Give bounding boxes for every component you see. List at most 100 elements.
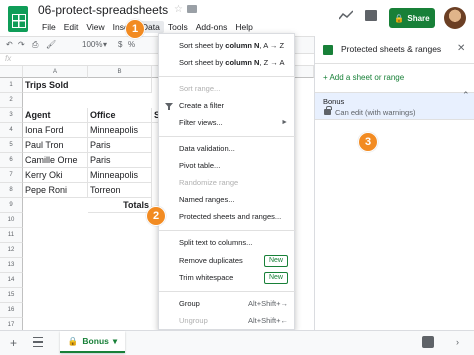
- filter-icon: [165, 103, 173, 110]
- menu-item-named-ranges[interactable]: Named ranges...: [159, 193, 296, 207]
- row-header[interactable]: 5: [0, 138, 23, 153]
- redo-icon[interactable]: ↷: [18, 40, 25, 49]
- cell-b3[interactable]: Office: [88, 108, 152, 123]
- row-header[interactable]: 12: [0, 243, 23, 258]
- add-sheet-icon[interactable]: +: [10, 336, 17, 350]
- row-header[interactable]: 2: [0, 93, 23, 108]
- menu-item-trim-whitespace[interactable]: Trim whitespace New: [159, 271, 296, 285]
- cell-a5[interactable]: Paul Tron: [23, 138, 88, 153]
- chevron-up-icon[interactable]: ⌃: [462, 90, 470, 101]
- row-header[interactable]: 13: [0, 258, 23, 273]
- all-sheets-icon[interactable]: [33, 337, 43, 347]
- menu-item-group[interactable]: Group Alt+Shift+→: [159, 297, 296, 311]
- menu-item-pivot-table[interactable]: Pivot table...: [159, 159, 296, 173]
- menu-tools[interactable]: Tools: [164, 21, 192, 33]
- protected-range-item[interactable]: Bonus Can edit (with warnings): [315, 92, 474, 120]
- chevron-right-icon[interactable]: ›: [456, 337, 459, 347]
- explore-icon[interactable]: [422, 336, 434, 348]
- sheets-table-icon: [323, 45, 333, 55]
- avatar[interactable]: [444, 7, 466, 29]
- menu-item-protected-sheets[interactable]: Protected sheets and ranges...: [159, 210, 296, 224]
- print-icon[interactable]: ⎙: [32, 40, 38, 50]
- cell-a6[interactable]: Camille Orne: [23, 153, 88, 168]
- menu-file[interactable]: File: [38, 21, 60, 33]
- menu-item-data-validation[interactable]: Data validation...: [159, 142, 296, 156]
- lock-icon: 🔒: [67, 335, 79, 346]
- percent-icon[interactable]: %: [128, 40, 135, 49]
- cell-b4[interactable]: Minneapolis: [88, 123, 152, 138]
- lock-icon: [324, 106, 332, 115]
- cell-b9[interactable]: Totals: [88, 198, 152, 213]
- row-header[interactable]: 17: [0, 318, 23, 330]
- undo-icon[interactable]: ↶: [6, 40, 13, 49]
- sheet-tabs-bar: + 🔒 Bonus ▾ ›: [0, 330, 474, 355]
- corner-cell[interactable]: [0, 66, 23, 78]
- cell-b7[interactable]: Minneapolis: [88, 168, 152, 183]
- chevron-down-icon[interactable]: ▾: [103, 40, 107, 49]
- document-title[interactable]: 06-protect-spreadsheets: [38, 3, 168, 17]
- row-header[interactable]: 1: [0, 78, 23, 93]
- ungroup-label: Ungroup: [179, 316, 208, 325]
- sheets-logo-icon[interactable]: [8, 6, 28, 32]
- sort-za-column: column N: [225, 58, 260, 67]
- row-header[interactable]: 7: [0, 168, 23, 183]
- cell-b6[interactable]: Paris: [88, 153, 152, 168]
- group-shortcut: Alt+Shift+→: [247, 299, 288, 308]
- callout-badge-1: 1: [125, 19, 145, 39]
- row-header[interactable]: 3: [0, 108, 23, 123]
- panel-header: Protected sheets & ranges ✕: [315, 36, 474, 64]
- menu-item-sort-range[interactable]: Sort range...: [159, 82, 296, 96]
- add-sheet-or-range-link[interactable]: + Add a sheet or range: [323, 73, 404, 82]
- row-header[interactable]: 8: [0, 183, 23, 198]
- row-header[interactable]: 6: [0, 153, 23, 168]
- cell-b8[interactable]: Torreon: [88, 183, 152, 198]
- row-header[interactable]: 16: [0, 303, 23, 318]
- top-bar: 06-protect-spreadsheets ☆ File Edit View…: [0, 0, 474, 36]
- menu-item-create-filter[interactable]: Create a filter: [159, 99, 296, 113]
- sort-az-prefix: Sort sheet by: [179, 41, 226, 50]
- cell-a1[interactable]: Trips Sold: [23, 78, 152, 93]
- menu-item-randomize-range[interactable]: Randomize range: [159, 176, 296, 190]
- menu-item-split-text[interactable]: Split text to columns...: [159, 236, 296, 250]
- currency-icon[interactable]: $: [118, 40, 122, 49]
- menu-view[interactable]: View: [82, 21, 108, 33]
- row-header[interactable]: 11: [0, 228, 23, 243]
- menu-item-sort-az[interactable]: Sort sheet by column N, A → Z: [159, 39, 296, 53]
- row-header[interactable]: 4: [0, 123, 23, 138]
- zoom-select[interactable]: 100%: [82, 40, 102, 49]
- share-button[interactable]: 🔒 Share: [389, 8, 435, 28]
- close-icon[interactable]: ✕: [457, 43, 465, 54]
- sheet-tab-label: Bonus: [82, 336, 109, 346]
- menu-item-remove-duplicates[interactable]: Remove duplicates New: [159, 254, 296, 268]
- column-header-b[interactable]: B: [88, 66, 152, 78]
- menu-item-sort-za[interactable]: Sort sheet by column N, Z → A: [159, 56, 296, 70]
- menu-item-filter-views[interactable]: Filter views... ►: [159, 116, 296, 130]
- row-header[interactable]: 9: [0, 198, 23, 213]
- cell-a3[interactable]: Agent: [23, 108, 88, 123]
- chevron-down-icon: ▾: [112, 335, 118, 346]
- row-header[interactable]: 14: [0, 273, 23, 288]
- menu-edit[interactable]: Edit: [60, 21, 83, 33]
- paint-format-icon[interactable]: 🖌: [46, 40, 56, 49]
- row-header[interactable]: 15: [0, 288, 23, 303]
- row-header[interactable]: 10: [0, 213, 23, 228]
- range-permission: Can edit (with warnings): [335, 108, 416, 117]
- menu-addons[interactable]: Add-ons: [192, 21, 232, 33]
- folder-icon[interactable]: [187, 5, 197, 13]
- cell-b5[interactable]: Paris: [88, 138, 152, 153]
- cell-a8[interactable]: Pepe Roni: [23, 183, 88, 198]
- lock-icon: 🔒: [394, 13, 405, 23]
- sort-za-suffix: , Z → A: [259, 58, 285, 67]
- trim-whitespace-label: Trim whitespace: [179, 273, 234, 282]
- column-header-a[interactable]: A: [23, 66, 88, 78]
- activity-trend-icon[interactable]: [339, 10, 353, 20]
- menu-item-ungroup[interactable]: Ungroup Alt+Shift+←: [159, 314, 296, 328]
- star-icon[interactable]: ☆: [174, 4, 183, 15]
- menu-help[interactable]: Help: [231, 21, 256, 33]
- cell-a4[interactable]: Iona Ford: [23, 123, 88, 138]
- sheet-tab-bonus[interactable]: 🔒 Bonus ▾: [60, 331, 125, 353]
- cell-a7[interactable]: Kerry Oki: [23, 168, 88, 183]
- group-label: Group: [179, 299, 200, 308]
- menu-separator: [159, 136, 296, 137]
- comment-icon[interactable]: [365, 10, 377, 21]
